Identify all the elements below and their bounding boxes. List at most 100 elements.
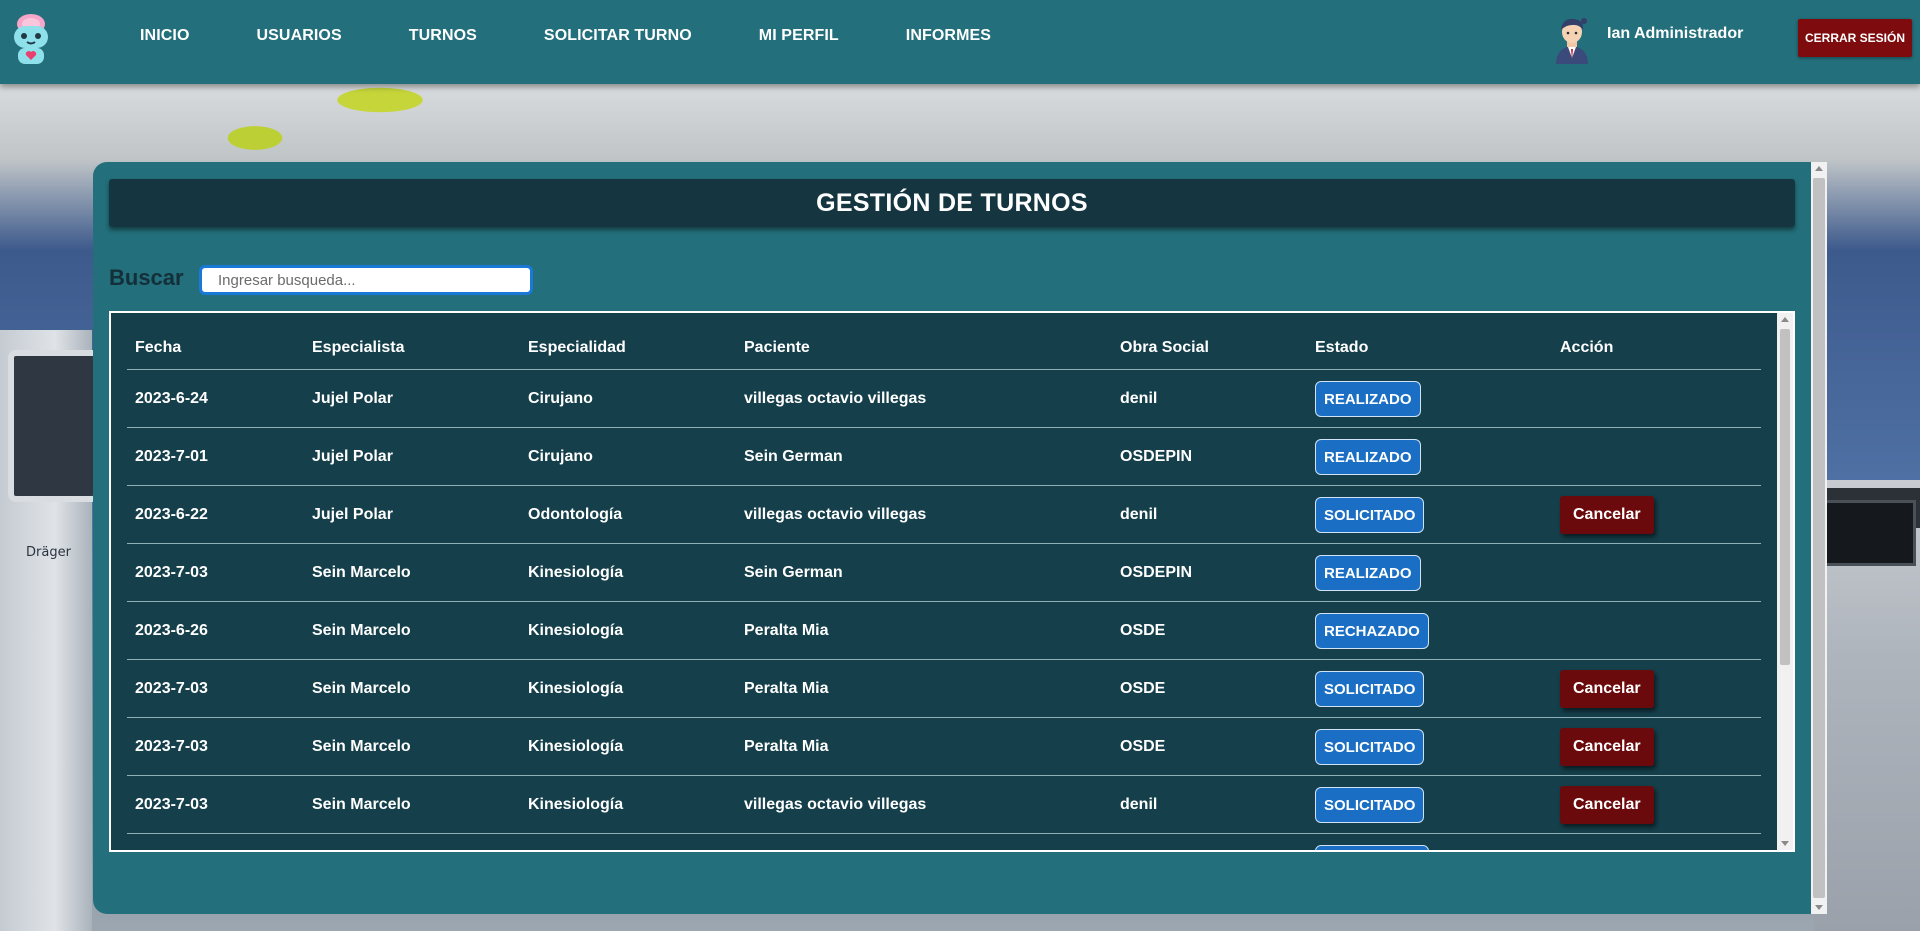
table-row: 2023-7-03 Sein Marcelo Kinesiología Peralta… bbox=[127, 718, 1761, 776]
status-button[interactable]: REALIZADO bbox=[1315, 555, 1421, 591]
turnos-panel: GESTIÓN DE TURNOS Buscar Fecha Especiali… bbox=[93, 162, 1811, 914]
table-header-row: Fecha Especialista Especialidad Paciente… bbox=[127, 313, 1761, 370]
cell-paciente: Sein German bbox=[744, 448, 843, 465]
nav-link-mi-perfil[interactable]: MI PERFIL bbox=[759, 27, 839, 45]
table-row: 2023-6-24 Jujel Polar Cirujano villegas oct… bbox=[127, 370, 1761, 428]
nav-link-informes[interactable]: INFORMES bbox=[906, 27, 991, 45]
nav-link-usuarios[interactable]: USUARIOS bbox=[257, 27, 342, 45]
table-scrollbar-thumb[interactable] bbox=[1780, 329, 1790, 665]
top-navbar: INICIO USUARIOS TURNOS SOLICITAR TURNO M… bbox=[0, 0, 1920, 84]
cell-especialidad: Kinesiología bbox=[528, 738, 624, 755]
cell-obra-social: denil bbox=[1120, 796, 1158, 813]
page-scrollbar[interactable] bbox=[1811, 162, 1827, 914]
status-button[interactable]: RECHAZADO bbox=[1315, 613, 1429, 649]
cell-especialista: Sein Marcelo bbox=[312, 796, 411, 813]
table-row: 2023-7-03 Sein Marcelo Kinesiología villega… bbox=[127, 776, 1761, 834]
cell-paciente: Peralta Mia bbox=[744, 622, 829, 639]
page-scrollbar-thumb[interactable] bbox=[1813, 178, 1825, 898]
user-name: Ian Administrador bbox=[1607, 25, 1744, 42]
robot-heart-logo-icon[interactable] bbox=[8, 12, 54, 66]
cell-fecha: 2023-6-22 bbox=[135, 506, 208, 523]
cell-especialista: Sein Marcelo bbox=[312, 680, 411, 697]
cell-especialista: Sein Marcelo bbox=[312, 738, 411, 755]
status-button[interactable]: SOLICITADO bbox=[1315, 729, 1425, 765]
cell-especialidad: Kinesiología bbox=[528, 564, 624, 581]
background-equipment-right bbox=[1814, 480, 1920, 931]
user-avatar-icon[interactable] bbox=[1548, 12, 1596, 64]
cell-obra-social: OSDEPIN bbox=[1120, 448, 1193, 465]
cell-paciente: villegas octavio villegas bbox=[744, 506, 927, 523]
cell-obra-social: OSDE bbox=[1120, 680, 1166, 697]
table-row: 2023-7-03 Sein Marcelo Kinesiología Sein Ge… bbox=[127, 544, 1761, 602]
cell-paciente: Peralta Mia bbox=[744, 738, 829, 755]
status-button[interactable]: REALIZADO bbox=[1315, 439, 1421, 475]
cell-obra-social: OSDE bbox=[1120, 738, 1166, 755]
cell-especialidad: Odontología bbox=[528, 506, 623, 523]
cell-paciente: Peralta Mia bbox=[744, 680, 829, 697]
table-scrollbar[interactable] bbox=[1777, 313, 1793, 850]
status-button[interactable]: REALIZADO bbox=[1315, 381, 1421, 417]
cell-paciente: villegas octavio villegas bbox=[744, 390, 927, 407]
nav-link-turnos[interactable]: TURNOS bbox=[409, 27, 477, 45]
logout-button[interactable]: CERRAR SESIÓN bbox=[1798, 19, 1912, 57]
page-title: GESTIÓN DE TURNOS bbox=[109, 179, 1795, 227]
header-fecha: Fecha bbox=[135, 339, 182, 356]
search-label: Buscar bbox=[109, 265, 184, 290]
cell-obra-social: denil bbox=[1120, 506, 1158, 523]
header-accion: Acción bbox=[1560, 339, 1614, 356]
cell-obra-social: denil bbox=[1120, 390, 1158, 407]
cell-fecha: 2023-7-03 bbox=[135, 796, 208, 813]
background-screen bbox=[1824, 500, 1916, 566]
cancel-button[interactable]: Cancelar bbox=[1560, 786, 1654, 824]
header-obra-social: Obra Social bbox=[1120, 339, 1209, 356]
header-especialidad: Especialidad bbox=[528, 339, 626, 356]
background-equipment-left: Dräger bbox=[0, 330, 100, 931]
cell-especialidad: Kinesiología bbox=[528, 796, 624, 813]
nav-link-solicitar-turno[interactable]: SOLICITAR TURNO bbox=[544, 27, 692, 45]
table-row: 2023-7-03 Sein Marcelo Kinesiología Peralta… bbox=[127, 660, 1761, 718]
page-scroll-up-arrow-icon[interactable] bbox=[1815, 166, 1823, 171]
cell-especialidad: Kinesiología bbox=[528, 680, 624, 697]
status-button[interactable]: SOLICITADO bbox=[1315, 671, 1425, 707]
nav-link-inicio[interactable]: INICIO bbox=[140, 27, 190, 45]
cell-especialidad: Kinesiología bbox=[528, 622, 624, 639]
header-especialista: Especialista bbox=[312, 339, 405, 356]
status-button[interactable]: RECHAZADO bbox=[1315, 845, 1429, 850]
cell-paciente: villegas octavio villegas bbox=[744, 796, 927, 813]
cell-fecha: 2023-6-24 bbox=[135, 390, 208, 407]
table-row: 2023-7-01 Jujel Polar Cirujano Sein German O… bbox=[127, 428, 1761, 486]
cancel-button[interactable]: Cancelar bbox=[1560, 728, 1654, 766]
background-monitor bbox=[8, 350, 100, 502]
cell-fecha: 2023-7-01 bbox=[135, 448, 208, 465]
table-row: 2023-6-26 Sein Marcelo Kinesiología Peralta… bbox=[127, 602, 1761, 660]
cell-especialista: Sein Marcelo bbox=[312, 564, 411, 581]
table-row: 2023-7-04Sein MarceloKinesiologíaSein Ge… bbox=[127, 834, 1761, 850]
cell-especialista: Jujel Polar bbox=[312, 390, 393, 407]
cell-especialista: Jujel Polar bbox=[312, 506, 393, 523]
status-button[interactable]: SOLICITADO bbox=[1315, 497, 1425, 533]
page-scroll-down-arrow-icon[interactable] bbox=[1815, 905, 1823, 910]
search-input[interactable] bbox=[199, 265, 533, 295]
user-info: Ian Administrador bbox=[1548, 12, 1743, 64]
cancel-button[interactable]: Cancelar bbox=[1560, 670, 1654, 708]
header-estado: Estado bbox=[1315, 339, 1369, 356]
cell-fecha: 2023-7-03 bbox=[135, 680, 208, 697]
turnos-table-body: Fecha Especialista Especialidad Paciente… bbox=[127, 313, 1761, 850]
cell-paciente: Sein German bbox=[744, 564, 843, 581]
table-row: 2023-6-22 Jujel Polar Odontología villegas … bbox=[127, 486, 1761, 544]
status-button[interactable]: SOLICITADO bbox=[1315, 787, 1425, 823]
cell-fecha: 2023-6-26 bbox=[135, 622, 208, 639]
cell-fecha: 2023-7-03 bbox=[135, 738, 208, 755]
cancel-button[interactable]: Cancelar bbox=[1560, 496, 1654, 534]
cell-especialidad: Cirujano bbox=[528, 390, 593, 407]
scroll-down-arrow-icon[interactable] bbox=[1781, 841, 1789, 846]
header-paciente: Paciente bbox=[744, 339, 810, 356]
background-brand-text: Dräger bbox=[26, 545, 71, 560]
cell-especialidad: Cirujano bbox=[528, 448, 593, 465]
cell-fecha: 2023-7-03 bbox=[135, 564, 208, 581]
nav-links: INICIO USUARIOS TURNOS SOLICITAR TURNO M… bbox=[140, 27, 1058, 45]
scroll-up-arrow-icon[interactable] bbox=[1781, 317, 1789, 322]
turnos-table: Fecha Especialista Especialidad Paciente… bbox=[109, 311, 1795, 852]
cell-especialista: Sein Marcelo bbox=[312, 622, 411, 639]
cell-obra-social: OSDE bbox=[1120, 622, 1166, 639]
